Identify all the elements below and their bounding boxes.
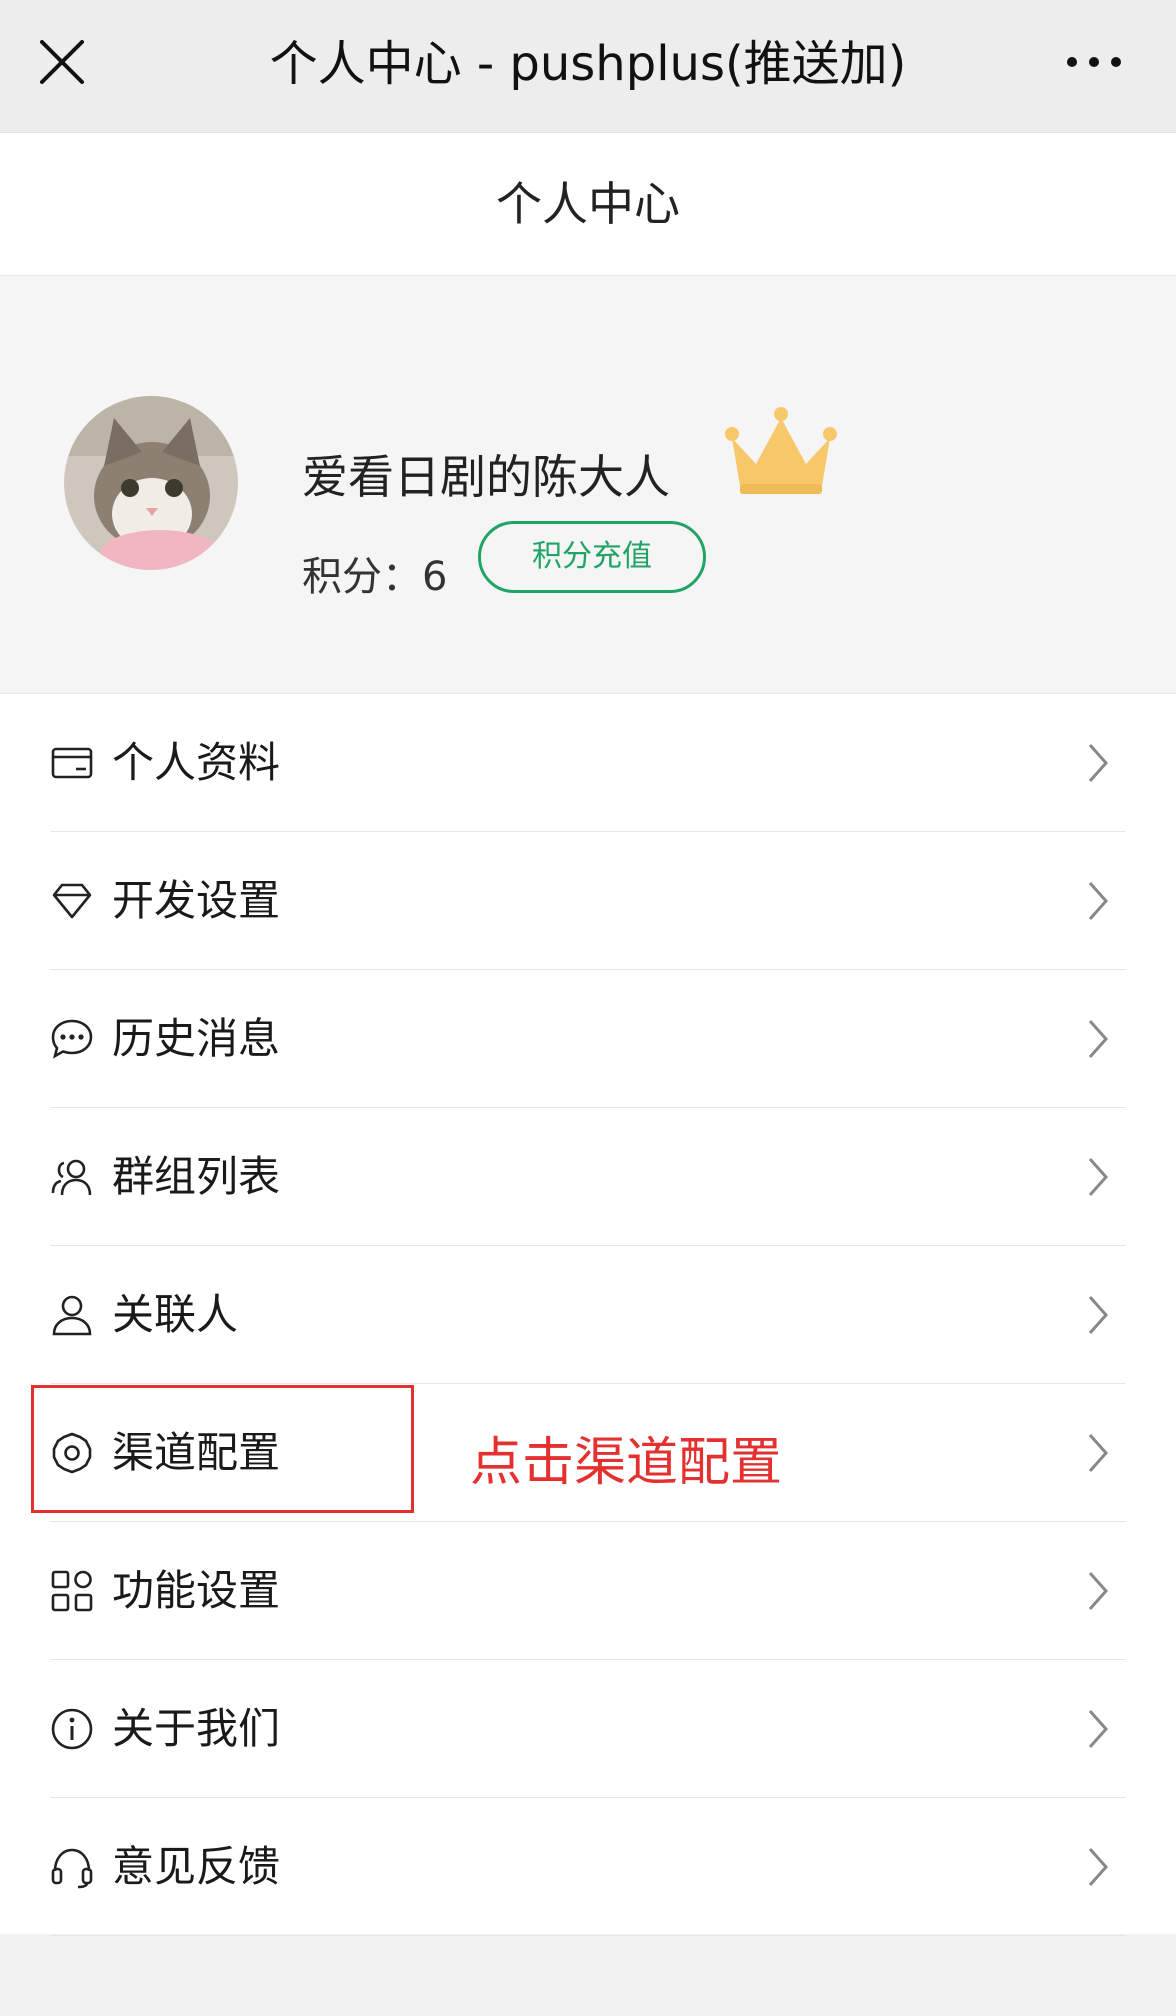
diamond-icon xyxy=(52,883,92,919)
menu-item-dev-settings[interactable]: 开发设置 xyxy=(0,832,1176,970)
more-options-icon[interactable] xyxy=(1064,40,1124,84)
menu-item-label: 意见反馈 xyxy=(112,1842,281,1891)
annotation-highlight-box xyxy=(31,1385,414,1513)
id-card-icon xyxy=(51,747,93,779)
profile-card: 爱看日剧的陈大人 积分：6 积分充值 xyxy=(0,276,1176,694)
menu-item-groups[interactable]: 群组列表 xyxy=(0,1108,1176,1246)
chevron-right-icon xyxy=(1088,1572,1109,1610)
chevron-right-icon xyxy=(1088,1710,1109,1748)
avatar[interactable] xyxy=(64,396,238,570)
menu-list: 个人资料 开发设置 历史消息 群组列表 关联人 渠道配置 功能设置 关于我们 意… xyxy=(0,694,1176,1936)
menu-item-about[interactable]: 关于我们 xyxy=(0,1660,1176,1798)
menu-item-label: 个人资料 xyxy=(112,738,281,787)
page-title: 个人中心 xyxy=(496,177,680,231)
group-icon xyxy=(51,1159,92,1196)
chevron-right-icon xyxy=(1088,882,1109,920)
menu-item-profile[interactable]: 个人资料 xyxy=(0,694,1176,832)
chevron-right-icon xyxy=(1088,1158,1109,1196)
menu-item-label: 关联人 xyxy=(112,1290,239,1339)
menu-item-history[interactable]: 历史消息 xyxy=(0,970,1176,1108)
window-title-bar: 个人中心 - pushplus(推送加) xyxy=(0,0,1176,133)
chevron-right-icon xyxy=(1088,1296,1109,1334)
menu-item-label: 关于我们 xyxy=(112,1704,281,1753)
chat-bubble-icon xyxy=(51,1019,93,1059)
chevron-right-icon xyxy=(1088,744,1109,782)
menu-item-label: 历史消息 xyxy=(112,1014,281,1063)
info-icon xyxy=(51,1708,93,1750)
menu-item-linked-users[interactable]: 关联人 xyxy=(0,1246,1176,1384)
crown-icon xyxy=(725,407,837,494)
points-display: 积分：6 xyxy=(302,544,447,602)
headset-icon xyxy=(51,1848,93,1889)
points-value: 6 xyxy=(422,554,448,600)
chevron-right-icon xyxy=(1088,1848,1109,1886)
menu-item-feedback[interactable]: 意见反馈 xyxy=(0,1798,1176,1936)
user-nickname: 爱看日剧的陈大人 xyxy=(302,450,670,504)
chevron-right-icon xyxy=(1088,1434,1109,1472)
annotation-text: 点击渠道配置 xyxy=(470,1433,783,1493)
divider xyxy=(50,1935,1126,1936)
chevron-right-icon xyxy=(1088,1020,1109,1058)
menu-item-label: 功能设置 xyxy=(112,1566,281,1615)
grid-icon xyxy=(51,1570,93,1612)
user-icon xyxy=(52,1295,92,1336)
menu-item-label: 开发设置 xyxy=(112,876,281,925)
menu-item-feature-settings[interactable]: 功能设置 xyxy=(0,1522,1176,1660)
menu-item-label: 群组列表 xyxy=(112,1152,281,1201)
points-label: 积分： xyxy=(302,554,422,600)
page-header: 个人中心 xyxy=(0,133,1176,276)
recharge-points-button[interactable]: 积分充值 xyxy=(478,521,706,593)
window-title: 个人中心 - pushplus(推送加) xyxy=(269,36,907,92)
